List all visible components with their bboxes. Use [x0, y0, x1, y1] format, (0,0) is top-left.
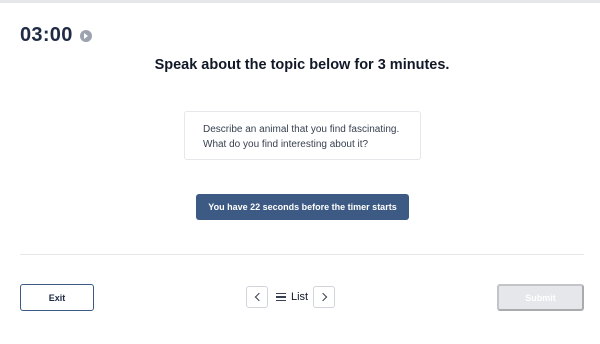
- list-button[interactable]: List: [276, 289, 308, 305]
- timer: 03:00: [20, 24, 92, 47]
- play-icon[interactable]: [79, 29, 92, 42]
- footer-divider: [20, 254, 584, 255]
- exit-button[interactable]: Exit: [20, 284, 94, 311]
- list-icon: [276, 293, 286, 301]
- instruction-heading: Speak about the topic below for 3 minute…: [154, 57, 450, 73]
- top-border: [0, 0, 600, 3]
- previous-button[interactable]: [246, 286, 268, 308]
- countdown-text: You have 22 seconds before the timer sta…: [208, 202, 397, 212]
- prompt-line-2: What do you find interesting about it?: [203, 139, 369, 150]
- prompt-card: Describe an animal that you find fascina…: [184, 111, 421, 160]
- submit-button[interactable]: Submit: [497, 284, 584, 311]
- countdown-banner: You have 22 seconds before the timer sta…: [196, 194, 409, 220]
- prompt-line-1: Describe an animal that you find fascina…: [203, 124, 400, 135]
- next-button[interactable]: [313, 286, 335, 308]
- chevron-left-icon: [254, 292, 263, 302]
- chevron-right-icon: [318, 292, 327, 302]
- timer-value: 03:00: [20, 24, 73, 46]
- list-label: List: [291, 291, 309, 303]
